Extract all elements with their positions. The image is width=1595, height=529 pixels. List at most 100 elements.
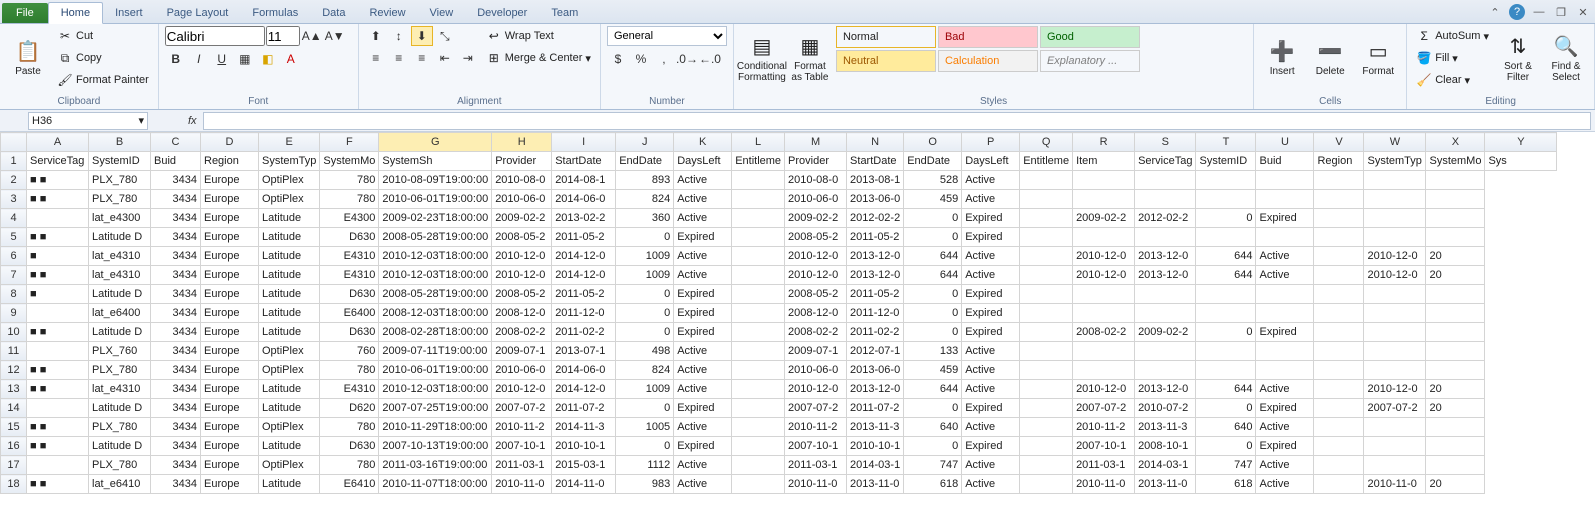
cell-Q5[interactable] — [1020, 228, 1073, 247]
wrap-text-button[interactable]: ↩Wrap Text — [483, 26, 594, 46]
cell-I15[interactable]: 2014-11-3 — [552, 418, 616, 437]
tab-data[interactable]: Data — [310, 3, 357, 23]
cell-Q9[interactable] — [1020, 304, 1073, 323]
cell-D6[interactable]: Europe — [201, 247, 259, 266]
cell-M11[interactable]: 2009-07-1 — [785, 342, 847, 361]
cell-H17[interactable]: 2011-03-1 — [492, 456, 552, 475]
cell-V7[interactable] — [1314, 266, 1364, 285]
align-middle-button[interactable]: ↕ — [388, 26, 410, 46]
cell-F16[interactable]: D630 — [320, 437, 379, 456]
cell-L15[interactable] — [732, 418, 785, 437]
maximize-icon[interactable]: ❐ — [1553, 4, 1569, 20]
cell-E11[interactable]: OptiPlex — [259, 342, 320, 361]
cell-O11[interactable]: 133 — [904, 342, 962, 361]
cell-N5[interactable]: 2011-05-2 — [847, 228, 904, 247]
cell-J15[interactable]: 1005 — [616, 418, 674, 437]
cell-I18[interactable]: 2014-11-0 — [552, 475, 616, 494]
cut-button[interactable]: ✂Cut — [54, 26, 152, 46]
cell-A15[interactable]: ■ ■ — [27, 418, 89, 437]
cell-I11[interactable]: 2013-07-1 — [552, 342, 616, 361]
merge-center-button[interactable]: ⊞Merge & Center ▾ — [483, 48, 594, 68]
cell-G18[interactable]: 2010-11-07T18:00:00 — [379, 475, 492, 494]
cell-X11[interactable] — [1426, 342, 1485, 361]
cell-N2[interactable]: 2013-08-1 — [847, 171, 904, 190]
cell-U12[interactable] — [1256, 361, 1314, 380]
col-header-I[interactable]: I — [552, 133, 616, 152]
cell-X5[interactable] — [1426, 228, 1485, 247]
cell-U5[interactable] — [1256, 228, 1314, 247]
col-header-T[interactable]: T — [1196, 133, 1256, 152]
delete-cells-button[interactable]: ➖Delete — [1308, 26, 1352, 90]
cell-B14[interactable]: Latitude D — [89, 399, 151, 418]
cell-R18[interactable]: 2010-11-0 — [1073, 475, 1135, 494]
cell-F9[interactable]: E6400 — [320, 304, 379, 323]
cell-D14[interactable]: Europe — [201, 399, 259, 418]
grow-font-button[interactable]: A▲ — [301, 26, 323, 46]
cell-U14[interactable]: Expired — [1256, 399, 1314, 418]
cell-G4[interactable]: 2009-02-23T18:00:00 — [379, 209, 492, 228]
cell-J8[interactable]: 0 — [616, 285, 674, 304]
cell-A14[interactable] — [27, 399, 89, 418]
cell-H13[interactable]: 2010-12-0 — [492, 380, 552, 399]
cell-R3[interactable] — [1073, 190, 1135, 209]
cell-P11[interactable]: Active — [962, 342, 1020, 361]
number-format-select[interactable]: General — [607, 26, 727, 46]
cell-Q7[interactable] — [1020, 266, 1073, 285]
cell-D7[interactable]: Europe — [201, 266, 259, 285]
cell-R17[interactable]: 2011-03-1 — [1073, 456, 1135, 475]
cell-S4[interactable]: 2012-02-2 — [1135, 209, 1196, 228]
cell-S14[interactable]: 2010-07-2 — [1135, 399, 1196, 418]
cell-D10[interactable]: Europe — [201, 323, 259, 342]
cell-B10[interactable]: Latitude D — [89, 323, 151, 342]
autosum-button[interactable]: ΣAutoSum ▾ — [1413, 26, 1492, 46]
cell-F15[interactable]: 780 — [320, 418, 379, 437]
cell-S13[interactable]: 2013-12-0 — [1135, 380, 1196, 399]
font-name-select[interactable] — [165, 26, 265, 46]
cell-X14[interactable]: 20 — [1426, 399, 1485, 418]
cell-T16[interactable]: 0 — [1196, 437, 1256, 456]
cell-C18[interactable]: 3434 — [151, 475, 201, 494]
header-cell[interactable]: Item — [1073, 152, 1135, 171]
cell-J13[interactable]: 1009 — [616, 380, 674, 399]
cell-F14[interactable]: D620 — [320, 399, 379, 418]
col-header-E[interactable]: E — [259, 133, 320, 152]
cell-D11[interactable]: Europe — [201, 342, 259, 361]
cell-M8[interactable]: 2008-05-2 — [785, 285, 847, 304]
col-header-X[interactable]: X — [1426, 133, 1485, 152]
cell-G9[interactable]: 2008-12-03T18:00:00 — [379, 304, 492, 323]
tab-page-layout[interactable]: Page Layout — [155, 3, 241, 23]
cell-E12[interactable]: OptiPlex — [259, 361, 320, 380]
row-header-5[interactable]: 5 — [1, 228, 27, 247]
header-cell[interactable]: EndDate — [616, 152, 674, 171]
format-painter-button[interactable]: 🖌Format Painter — [54, 70, 152, 90]
cell-E3[interactable]: OptiPlex — [259, 190, 320, 209]
row-header-18[interactable]: 18 — [1, 475, 27, 494]
cell-K16[interactable]: Expired — [674, 437, 732, 456]
cell-O8[interactable]: 0 — [904, 285, 962, 304]
cell-L18[interactable] — [732, 475, 785, 494]
cell-B4[interactable]: lat_e4300 — [89, 209, 151, 228]
cell-W12[interactable] — [1364, 361, 1426, 380]
increase-indent-button[interactable]: ⇥ — [457, 48, 479, 68]
format-as-table-button[interactable]: ▦Format as Table — [788, 26, 832, 90]
cell-L8[interactable] — [732, 285, 785, 304]
increase-decimal-button[interactable]: .0→ — [676, 49, 698, 69]
cell-O14[interactable]: 0 — [904, 399, 962, 418]
cell-R8[interactable] — [1073, 285, 1135, 304]
row-header-16[interactable]: 16 — [1, 437, 27, 456]
cell-R15[interactable]: 2010-11-2 — [1073, 418, 1135, 437]
cell-O12[interactable]: 459 — [904, 361, 962, 380]
cell-C4[interactable]: 3434 — [151, 209, 201, 228]
cell-V8[interactable] — [1314, 285, 1364, 304]
cell-H10[interactable]: 2008-02-2 — [492, 323, 552, 342]
tab-review[interactable]: Review — [357, 3, 417, 23]
cell-T3[interactable] — [1196, 190, 1256, 209]
cell-K17[interactable]: Active — [674, 456, 732, 475]
row-header-7[interactable]: 7 — [1, 266, 27, 285]
cell-T5[interactable] — [1196, 228, 1256, 247]
cell-F17[interactable]: 780 — [320, 456, 379, 475]
cell-X16[interactable] — [1426, 437, 1485, 456]
cell-A6[interactable]: ■ — [27, 247, 89, 266]
cell-C12[interactable]: 3434 — [151, 361, 201, 380]
align-left-button[interactable]: ≡ — [365, 48, 387, 68]
